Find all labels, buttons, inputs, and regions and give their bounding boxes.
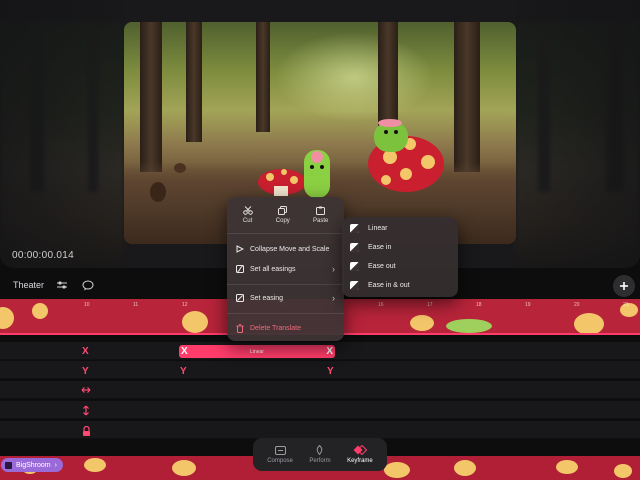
- clip-end-x: X: [326, 346, 333, 357]
- ruler-tick-label: 12: [182, 302, 188, 308]
- height-arrows-icon: [83, 405, 89, 416]
- paste-icon: [316, 206, 326, 215]
- asset-icon: [5, 461, 12, 469]
- asset-chip-label: BigShroom: [16, 461, 51, 469]
- copy-icon: [278, 206, 288, 215]
- cut-button[interactable]: Cut: [242, 206, 253, 224]
- set-easing-item[interactable]: Set easing ›: [227, 287, 344, 309]
- compose-icon: [274, 445, 286, 455]
- chevron-right-icon: ›: [54, 461, 57, 469]
- ease-in-out-icon: [350, 281, 359, 290]
- ease-out-icon: [350, 262, 359, 271]
- ruler-tick-label: 17: [427, 302, 433, 308]
- theater-mode-button[interactable]: Theater: [13, 280, 44, 290]
- sliders-icon[interactable]: [52, 276, 72, 294]
- easing-option-ease-out[interactable]: Ease out: [342, 257, 458, 276]
- copy-button[interactable]: Copy: [276, 206, 290, 224]
- delete-translate-item[interactable]: Delete Translate: [227, 317, 344, 339]
- mode-perform[interactable]: Perform: [309, 445, 331, 464]
- easing-option-ease-in[interactable]: Ease in: [342, 238, 458, 257]
- track-width[interactable]: [0, 381, 640, 399]
- ruler-tick-label: 19: [525, 302, 531, 308]
- lock-icon: [83, 426, 90, 436]
- track-height[interactable]: [0, 401, 640, 419]
- ruler-tick-label: 11: [133, 302, 139, 308]
- speech-bubble-icon[interactable]: [78, 276, 98, 294]
- keyframe-x-label[interactable]: X: [82, 346, 89, 357]
- keyframe-y-label[interactable]: Y: [82, 366, 89, 377]
- easing-option-ease-in-out[interactable]: Ease in & out: [342, 276, 458, 295]
- add-button[interactable]: [613, 275, 635, 297]
- ruler-tick-label: 10: [84, 302, 90, 308]
- context-menu: Cut Copy Paste Collapse Move and Scale S…: [227, 197, 344, 341]
- clip-start-x: X: [181, 346, 188, 357]
- ruler-tick-label: 20: [574, 302, 580, 308]
- collapse-move-scale-item[interactable]: Collapse Move and Scale: [227, 238, 344, 260]
- timecode: 00:00:00.014: [12, 250, 74, 261]
- mode-compose[interactable]: Compose: [267, 445, 293, 464]
- easing-option-linear[interactable]: Linear: [342, 219, 458, 238]
- keyframe-y-label[interactable]: Y: [327, 366, 334, 377]
- mode-switcher: Compose Perform Keyframe: [253, 438, 387, 471]
- ruler-tick-label: 16: [378, 302, 384, 308]
- keyframe-y-label[interactable]: Y: [180, 366, 187, 377]
- easing-clip[interactable]: X Linear X: [179, 345, 335, 358]
- ruler-tick-label: 21: [623, 302, 629, 308]
- width-arrows-icon: [81, 387, 91, 393]
- perform-icon: [317, 445, 323, 455]
- collapse-icon: [236, 245, 244, 253]
- track-y[interactable]: [0, 361, 640, 379]
- set-all-easings-item[interactable]: Set all easings ›: [227, 258, 344, 280]
- quick-actions: Cut Copy Paste: [227, 197, 344, 233]
- plus-icon: [620, 282, 628, 290]
- easing-curve-icon: [236, 265, 244, 273]
- ruler-tick-label: 18: [476, 302, 482, 308]
- asset-chip[interactable]: BigShroom ›: [1, 458, 63, 472]
- chevron-right-icon: ›: [332, 293, 335, 303]
- keyframe-icon: [353, 445, 367, 455]
- mode-keyframe[interactable]: Keyframe: [347, 445, 373, 464]
- easing-submenu: Linear Ease in Ease out Ease in & out: [342, 217, 458, 297]
- trash-icon: [236, 323, 244, 333]
- ease-in-icon: [350, 243, 359, 252]
- chevron-right-icon: ›: [332, 264, 335, 274]
- clip-label: Linear: [250, 348, 264, 355]
- track-lock[interactable]: [0, 421, 640, 439]
- scissors-icon: [242, 206, 253, 215]
- easing-curve-icon: [236, 294, 244, 302]
- paste-button[interactable]: Paste: [313, 206, 328, 224]
- linear-easing-icon: [350, 224, 359, 233]
